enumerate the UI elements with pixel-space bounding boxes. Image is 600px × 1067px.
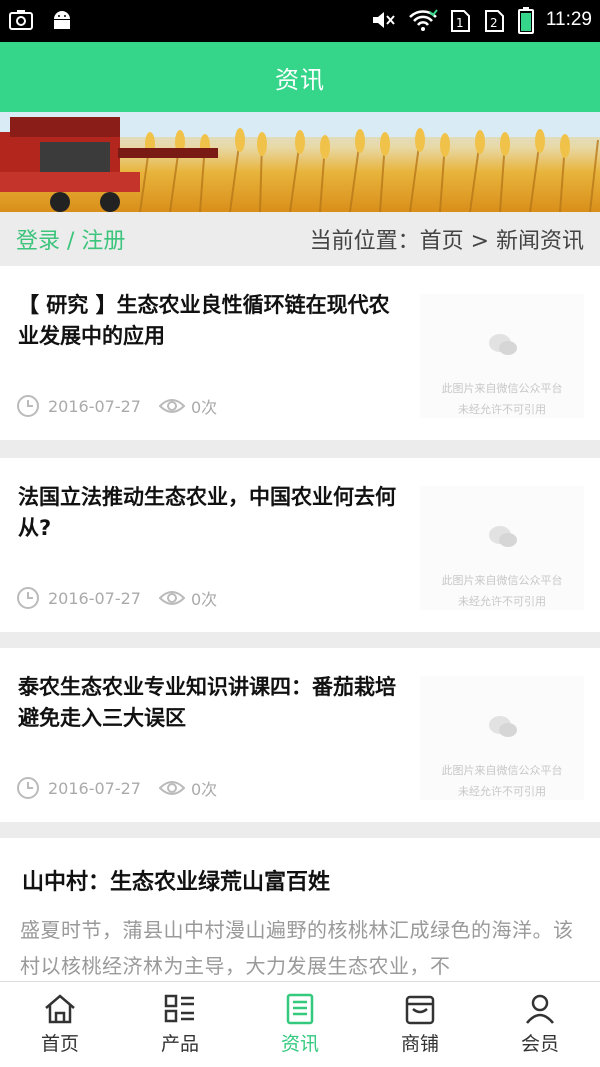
thumbnail-notice: 未经允许不可引用	[458, 785, 546, 798]
news-thumbnail[interactable]: 此图片来自微信公众平台 未经允许不可引用	[420, 676, 584, 800]
news-thumbnail[interactable]: 此图片来自微信公众平台 未经允许不可引用	[420, 294, 584, 418]
svg-text:2: 2	[490, 16, 498, 30]
sim2-signal-icon: 2	[484, 7, 506, 33]
eye-icon	[158, 588, 185, 608]
news-item[interactable]: 法国立法推动生态农业，中国农业何去何从? 2016-07-27 0次 此图片来自…	[0, 458, 600, 632]
tab-label: 会员	[520, 1033, 559, 1055]
article-preview[interactable]: 山中村：生态农业绿荒山富百姓 盛夏时节，蒲县山中村漫山遍野的核桃林汇成绿色的海洋…	[0, 838, 600, 988]
tab-label: 产品	[160, 1033, 199, 1055]
svg-text:1: 1	[456, 16, 464, 30]
screen: 1 2 11:29 资讯 登录 / 注册 当前位置：首页 > 新闻资讯 【 研究…	[0, 0, 600, 1067]
tab-member[interactable]: 会员	[480, 982, 600, 1067]
news-views: 0次	[190, 398, 218, 417]
wechat-icon	[488, 332, 518, 358]
android-icon	[50, 8, 74, 32]
news-item[interactable]: 泰农生态农业专业知识讲课四：番茄栽培避免走入三大误区 2016-07-27 0次…	[0, 648, 600, 822]
article-title[interactable]: 山中村：生态农业绿荒山富百姓	[22, 864, 330, 896]
tab-news[interactable]: 资讯	[240, 982, 360, 1067]
news-date: 2016-07-27	[48, 778, 141, 798]
login-register-link[interactable]: 登录 / 注册	[16, 223, 125, 255]
clock-text: 11:29	[545, 9, 592, 30]
breadcrumb: 当前位置：首页 > 新闻资讯	[309, 229, 584, 254]
clock-icon	[16, 586, 40, 610]
news-date: 2016-07-27	[48, 396, 141, 416]
clock-icon	[16, 394, 40, 418]
news-title[interactable]: 泰农生态农业专业知识讲课四：番茄栽培避免走入三大误区	[18, 672, 398, 734]
battery-icon	[517, 6, 534, 34]
tab-shops[interactable]: 商铺	[360, 982, 480, 1067]
news-views: 0次	[190, 590, 218, 609]
status-bar: 1 2 11:29	[0, 0, 600, 42]
eye-icon	[158, 778, 185, 798]
app-header: 资讯	[0, 42, 600, 112]
thumbnail-notice: 此图片来自微信公众平台	[441, 574, 563, 587]
news-date: 2016-07-27	[48, 588, 141, 608]
page-title: 资讯	[275, 65, 325, 94]
breadcrumb-bar: 登录 / 注册 当前位置：首页 > 新闻资讯	[0, 212, 600, 266]
home-icon	[43, 993, 77, 1025]
mute-icon	[370, 8, 396, 32]
wechat-icon	[488, 524, 518, 550]
thumbnail-notice: 未经允许不可引用	[458, 595, 546, 608]
news-icon	[283, 993, 317, 1025]
thumbnail-notice: 此图片来自微信公众平台	[441, 382, 563, 395]
tab-label: 资讯	[280, 1033, 319, 1055]
news-title[interactable]: 【 研究 】生态农业良性循环链在现代农业发展中的应用	[18, 290, 398, 352]
tab-home[interactable]: 首页	[0, 982, 120, 1067]
tab-label: 商铺	[400, 1033, 439, 1055]
bottom-tab-bar: 首页 产品 资讯 商铺 会员	[0, 981, 600, 1067]
wheat-harvest-banner[interactable]	[0, 112, 600, 212]
news-views: 0次	[190, 780, 218, 799]
wechat-icon	[488, 714, 518, 740]
clock-icon	[16, 776, 40, 800]
grid-list-icon	[163, 993, 197, 1025]
wifi-icon	[408, 8, 438, 32]
news-item[interactable]: 【 研究 】生态农业良性循环链在现代农业发展中的应用 2016-07-27 0次…	[0, 266, 600, 440]
thumbnail-notice: 此图片来自微信公众平台	[441, 764, 563, 777]
sim1-signal-icon: 1	[450, 7, 472, 33]
eye-icon	[158, 396, 185, 416]
article-excerpt: 盛夏时节，蒲县山中村漫山遍野的核桃林汇成绿色的海洋。该村以核桃经济林为主导，大力…	[20, 918, 574, 978]
user-icon	[523, 993, 557, 1025]
news-thumbnail[interactable]: 此图片来自微信公众平台 未经允许不可引用	[420, 486, 584, 610]
tab-label: 首页	[40, 1033, 79, 1055]
thumbnail-notice: 未经允许不可引用	[458, 403, 546, 416]
news-title[interactable]: 法国立法推动生态农业，中国农业何去何从?	[18, 482, 398, 544]
shop-icon	[403, 993, 437, 1025]
tab-products[interactable]: 产品	[120, 982, 240, 1067]
screenshot-icon	[8, 8, 34, 32]
